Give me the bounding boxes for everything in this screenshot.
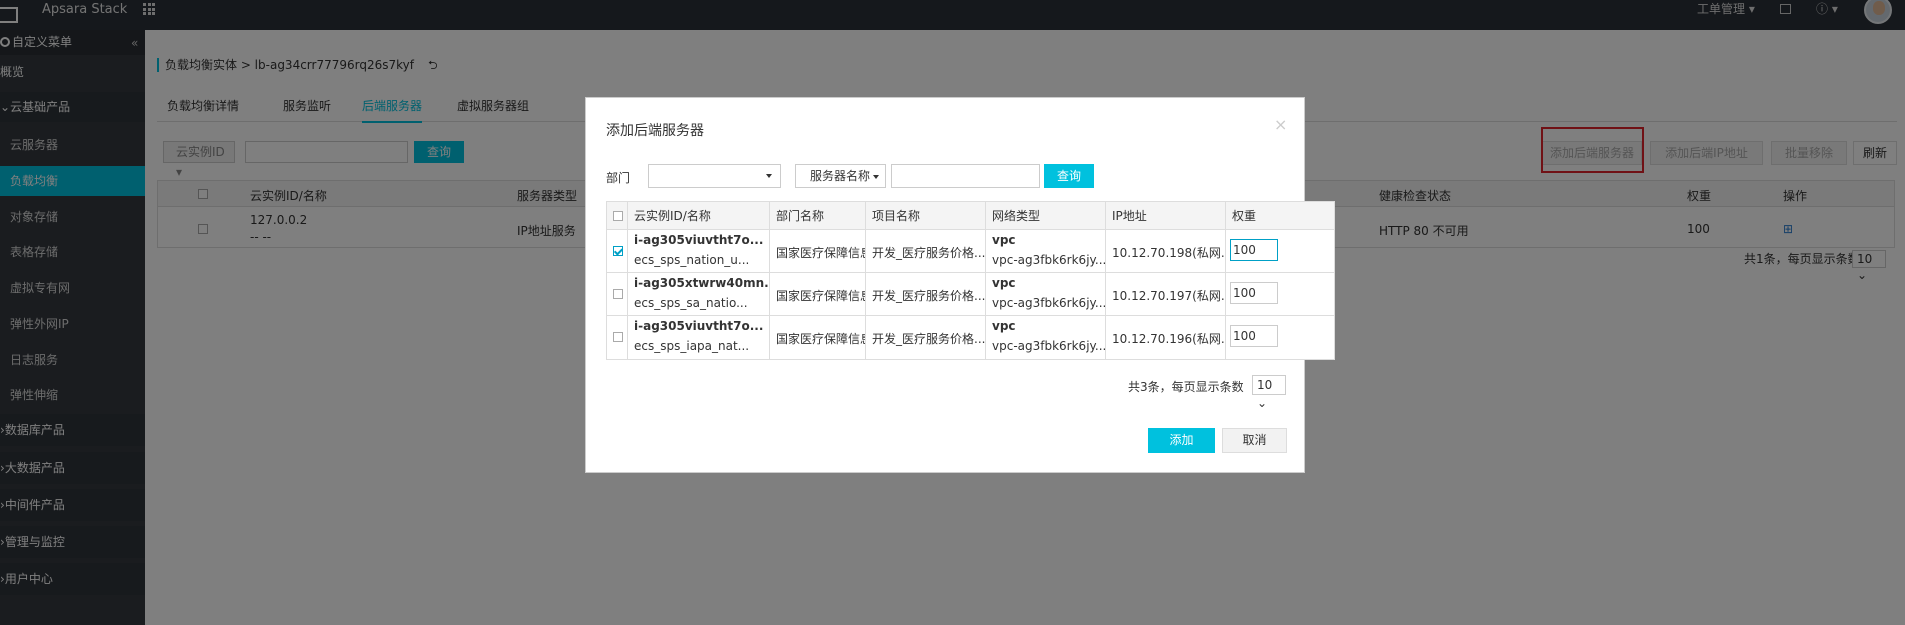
table-row[interactable]: i-ag305xtwrw40mn... ecs_sps_sa_natio... … <box>607 273 1334 316</box>
dialog-search-button[interactable]: 查询 <box>1044 164 1094 188</box>
vpc-id: vpc-ag3fbk6rk6jy... <box>992 339 1105 353</box>
network-type: vpc <box>992 233 1016 247</box>
weight-input[interactable]: 100 <box>1230 282 1278 304</box>
header-dept: 部门名称 <box>769 202 865 229</box>
table-row[interactable]: i-ag305viuvtht7o... ecs_sps_nation_u... … <box>607 230 1334 273</box>
weight-input[interactable]: 100 <box>1230 239 1278 261</box>
table-header: 云实例ID/名称 部门名称 项目名称 网络类型 IP地址 权重 <box>607 202 1334 230</box>
server-table: 云实例ID/名称 部门名称 项目名称 网络类型 IP地址 权重 i-ag305v… <box>606 201 1335 360</box>
instance-id: i-ag305xtwrw40mn... <box>634 276 769 290</box>
dept-name: 国家医疗保障信息... <box>776 289 865 303</box>
project-name: 开发_医疗服务价格... <box>872 289 985 303</box>
server-name-input[interactable] <box>891 164 1040 188</box>
project-name: 开发_医疗服务价格... <box>872 332 985 346</box>
dialog-page-size-select[interactable]: 10 ⌄ <box>1252 375 1286 410</box>
network-type: vpc <box>992 276 1016 290</box>
add-button[interactable]: 添加 <box>1148 428 1215 453</box>
server-name-select[interactable]: 服务器名称 <box>795 164 886 188</box>
instance-name: ecs_sps_sa_natio... <box>634 296 748 310</box>
close-icon[interactable]: × <box>1274 115 1287 134</box>
dialog-title: 添加后端服务器 <box>606 123 704 139</box>
instance-name: ecs_sps_iapa_nat... <box>634 339 750 353</box>
header-ip: IP地址 <box>1105 202 1225 229</box>
ip-address: 10.12.70.197(私网... <box>1112 289 1225 303</box>
chevron-down-icon <box>766 174 772 178</box>
dept-label: 部门 <box>606 171 631 185</box>
row-checkbox[interactable] <box>613 246 623 256</box>
header-network-type: 网络类型 <box>985 202 1105 229</box>
server-name-select-label: 服务器名称 <box>810 169 871 183</box>
table-row[interactable]: i-ag305viuvtht7o... ecs_sps_iapa_nat... … <box>607 316 1334 359</box>
network-type: vpc <box>992 319 1016 333</box>
weight-input[interactable]: 100 <box>1230 325 1278 347</box>
ip-address: 10.12.70.198(私网... <box>1112 246 1225 260</box>
header-instance: 云实例ID/名称 <box>627 202 769 229</box>
instance-id: i-ag305viuvtht7o... <box>634 319 764 333</box>
row-checkbox[interactable] <box>613 289 623 299</box>
dialog-pager-summary: 共3条，每页显示条数 <box>1128 380 1244 394</box>
header-project: 项目名称 <box>865 202 985 229</box>
row-checkbox[interactable] <box>613 332 623 342</box>
cancel-button[interactable]: 取消 <box>1222 428 1287 453</box>
select-all-checkbox[interactable] <box>613 211 623 221</box>
dept-select[interactable] <box>648 164 781 188</box>
vpc-id: vpc-ag3fbk6rk6jy... <box>992 253 1105 267</box>
ip-address: 10.12.70.196(私网... <box>1112 332 1225 346</box>
header-weight: 权重 <box>1225 202 1335 229</box>
instance-name: ecs_sps_nation_u... <box>634 253 750 267</box>
dialog-page-size-value: 10 <box>1257 378 1273 392</box>
project-name: 开发_医疗服务价格... <box>872 246 985 260</box>
add-backend-server-dialog: 添加后端服务器 × 部门 服务器名称 查询 云实例ID/名称 部门名称 项目名称… <box>585 97 1335 473</box>
instance-id: i-ag305viuvtht7o... <box>634 233 764 247</box>
vpc-id: vpc-ag3fbk6rk6jy... <box>992 296 1105 310</box>
dept-name: 国家医疗保障信息... <box>776 332 865 346</box>
dept-name: 国家医疗保障信息... <box>776 246 865 260</box>
chevron-down-icon <box>873 175 879 179</box>
